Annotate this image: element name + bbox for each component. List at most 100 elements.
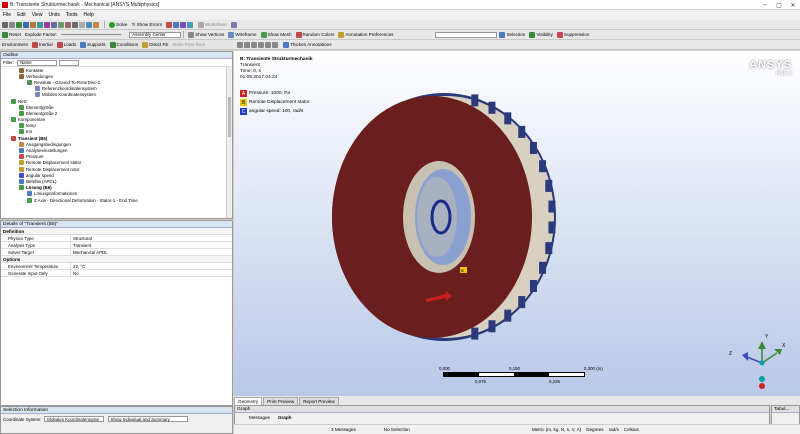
rotate-icon <box>51 21 57 28</box>
section-header[interactable]: Definition <box>1 228 232 235</box>
disc-model[interactable]: B <box>234 51 800 398</box>
conditions-icon <box>109 41 116 48</box>
details-row[interactable]: Analysis Type Transient <box>1 242 232 249</box>
inertial-icon <box>31 41 38 48</box>
solve-button[interactable]: Solve <box>107 20 130 29</box>
annotation-prefs-button[interactable]: Annotation Preferences <box>336 30 395 39</box>
show-mesh-label: Show Mesh <box>267 32 292 37</box>
menu-bar: File Edit View Units Tools Help <box>0 10 800 20</box>
tab-graph[interactable]: Graph <box>274 415 296 420</box>
thicken-annotations-button[interactable]: Thicken Annotations <box>281 40 333 49</box>
tab-messages[interactable]: Messages <box>245 415 274 420</box>
inertial-button[interactable]: Inertial <box>30 40 55 49</box>
assembly-center-dropdown[interactable]: Assembly Center <box>129 31 182 38</box>
tree-node-icon <box>19 178 24 184</box>
rads-status[interactable]: rad/s <box>609 427 619 432</box>
section-header[interactable]: Options <box>1 256 232 263</box>
degrees-status[interactable]: Degrees <box>586 427 603 432</box>
reset-button[interactable]: Reset <box>0 30 23 39</box>
direct-fe-button[interactable]: Direct FE <box>140 40 170 49</box>
explode-slider[interactable] <box>59 30 129 39</box>
disc-tooth <box>539 261 547 274</box>
tree-item-label: tmr <box>26 129 33 135</box>
tab-geometry[interactable]: Geometry <box>234 397 263 405</box>
graphics-viewport[interactable]: B: Transiente Strukturmechanik Transient… <box>234 51 800 398</box>
tabular-header: Tabul... <box>772 406 799 413</box>
doc-icon <box>172 21 179 28</box>
show-vertices-button[interactable]: Show Vertices <box>186 30 226 39</box>
visibility-icon <box>529 31 536 38</box>
details-header: Details of "Transient (B5)" <box>1 221 232 228</box>
details-row[interactable]: Environment Temperature 22, °C <box>1 263 232 270</box>
menu-units[interactable]: Units <box>45 12 62 18</box>
filter-search-input[interactable] <box>58 59 79 66</box>
messages-count[interactable]: 3 Messages <box>331 427 356 432</box>
vertices-icon <box>188 31 195 38</box>
selection-label: Selection <box>506 32 526 37</box>
tree-node-icon <box>19 160 24 166</box>
suppression-button[interactable]: Suppression <box>555 30 592 39</box>
toolbar-tools-group[interactable] <box>0 20 102 29</box>
messages-icon <box>324 427 330 433</box>
tree-item-label: Pressure <box>26 154 44 160</box>
scrollbar-thumb[interactable] <box>228 97 231 137</box>
outline-scrollbar[interactable] <box>226 67 232 218</box>
supports-button[interactable]: Supports <box>78 40 107 49</box>
toolbar-dropdown[interactable] <box>435 31 498 38</box>
scale-bar-graphic <box>443 372 585 377</box>
menu-tools[interactable]: Tools <box>63 12 81 18</box>
tree-node-icon <box>27 197 32 203</box>
pointer-button[interactable] <box>229 20 240 29</box>
supports-icon <box>80 41 87 48</box>
close-button[interactable]: ✕ <box>786 0 800 10</box>
details-row[interactable]: Solver Target Mechanical APDL <box>1 249 232 256</box>
app-icon <box>2 1 8 8</box>
tree-item-label: Elementgröße <box>26 104 54 110</box>
tree-item-label: Remote Displacement stator <box>26 160 82 166</box>
section-name: Options <box>3 256 21 262</box>
details-row[interactable]: Physics Type Structural <box>1 235 232 242</box>
temp-status[interactable]: Celsius <box>624 427 639 432</box>
menu-view[interactable]: View <box>29 12 46 18</box>
worksheet-button[interactable]: Worksheet <box>196 20 229 29</box>
tree-item-label: Referenzkoordinatensystem <box>42 86 97 92</box>
disc-tooth <box>471 327 479 340</box>
edge-display-tools[interactable] <box>235 40 281 49</box>
minimize-button[interactable]: – <box>758 0 772 10</box>
row-key: Environment Temperature <box>1 263 71 269</box>
filter-dropdown[interactable]: Name <box>16 59 57 66</box>
menu-edit[interactable]: Edit <box>14 12 29 18</box>
units-status[interactable]: Metric (m, kg, N, s, V, A) <box>532 427 581 432</box>
slider-track <box>61 34 122 35</box>
selection-info-header: Selection Information <box>1 407 232 414</box>
tab-report-preview[interactable]: Report Preview <box>299 397 339 405</box>
filter-value: Name <box>19 60 32 65</box>
show-errors-button[interactable]: ?/ Show Errors <box>130 20 164 29</box>
details-panel: Details of "Transient (B5)" Definition P… <box>0 220 233 406</box>
menu-help[interactable]: Help <box>81 12 97 18</box>
title-bar: B: Transiente Strukturmechanik - Mechani… <box>0 0 800 10</box>
tree-item[interactable]: Z Axis - Directional Deformation - Stato… <box>1 197 232 203</box>
scale-label: 0,225 <box>549 379 560 384</box>
wireframe-button[interactable]: Wireframe <box>226 30 258 39</box>
show-mesh-button[interactable]: Show Mesh <box>259 30 294 39</box>
tree-item-label: temp <box>26 123 36 129</box>
loads-button[interactable]: Loads <box>55 40 79 49</box>
tab-print-preview[interactable]: Print Preview <box>263 397 299 405</box>
disc-tooth <box>539 160 547 173</box>
visibility-button[interactable]: Visibility <box>527 30 555 39</box>
details-row[interactable]: Generate Input Only No <box>1 270 232 277</box>
conditions-button[interactable]: Conditions <box>108 40 141 49</box>
disc-tooth <box>488 101 496 114</box>
toolbar1-extra[interactable] <box>164 20 196 29</box>
selection-button[interactable]: Selection <box>497 30 527 39</box>
coordinate-system-dropdown[interactable]: Globales Koordinatensyste <box>43 416 104 422</box>
maximize-button[interactable]: ▢ <box>772 0 786 10</box>
edge-wire-icon <box>272 41 279 48</box>
menu-file[interactable]: File <box>0 12 14 18</box>
random-colors-button[interactable]: Random Colors <box>294 30 337 39</box>
show-summary-dropdown[interactable]: Show Individual and Summary <box>107 416 188 422</box>
edge-hide-icon <box>265 41 272 48</box>
mass-flow-rate-button[interactable]: Mass Flow Rate <box>170 40 207 49</box>
zoom-icon <box>65 21 71 28</box>
